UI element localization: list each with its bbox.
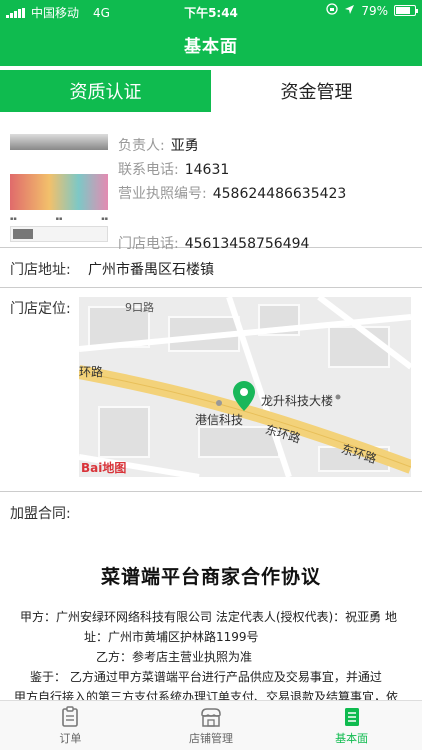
license-value: 458624486635423 [212, 186, 347, 202]
tabbar-item-store-management[interactable]: 店铺管理 [141, 701, 282, 750]
photo-thumbnail[interactable] [10, 134, 108, 150]
tab-funds-management[interactable]: 资金管理 [211, 70, 422, 112]
segment-tabs: 资质认证 资金管理 [0, 70, 422, 112]
store-info-section: ▪▪ ▪▪ ▪▪ 负责人: 亚勇 联系电话: 14631 营业执照编号: 45862448… [0, 126, 422, 252]
phone-label: 联系电话: [118, 162, 179, 178]
map-road-label: 9口路 [125, 301, 154, 314]
store-icon [201, 707, 221, 727]
photo-caption: ▪▪ ▪▪ ▪▪ [10, 216, 108, 222]
map-poi-label: 龙升科技大楼 [261, 394, 334, 408]
tabbar-label: 基本面 [335, 731, 369, 745]
photo-thumbnail[interactable] [10, 174, 108, 210]
license-photos[interactable]: ▪▪ ▪▪ ▪▪ [10, 134, 108, 244]
owner-label: 负责人: [118, 138, 165, 154]
top-bar: 中国移动 4G 下午5:44 79% 基本面 [0, 0, 422, 66]
contract-title: 菜谱端平台商家合作协议 [100, 566, 321, 588]
baidu-map-logo: Bai地图 [81, 461, 127, 475]
page-title: 基本面 [184, 37, 238, 57]
tabbar-label: 订单 [59, 731, 82, 745]
contract-text: 址：广州市黄埔区护林路1199号 [84, 630, 259, 644]
owner-value: 亚勇 [170, 138, 199, 154]
address-row: 门店地址: 广州市番禺区石楼镇 [0, 248, 422, 288]
status-bar: 中国移动 4G 下午5:44 79% [0, 0, 422, 22]
location-arrow-icon [344, 4, 355, 18]
contract-label: 加盟合同: [10, 506, 71, 522]
basic-icon [344, 707, 359, 726]
store-map[interactable]: 龙升科技大楼 港信科技 环路 东环路 东环路 9口路 Bai地图 [79, 297, 411, 477]
contract-text: 鉴于： 乙方通过甲方菜谱端平台进行产品供应及交易事宜，并通过 [30, 670, 382, 684]
phone-value: 14631 [184, 162, 230, 178]
tabbar-item-basic[interactable]: 基本面 [281, 701, 422, 750]
order-icon [62, 705, 79, 727]
contract-section: 加盟合同: 菜谱端平台商家合作协议 甲方：广州安绿环网络科技有限公司 法定代表人… [0, 492, 422, 700]
location-label: 门店定位: [10, 301, 71, 317]
map-pin-icon [233, 381, 255, 411]
address-value: 广州市番禺区石楼镇 [88, 262, 214, 278]
tabbar-label: 店铺管理 [189, 731, 233, 745]
contract-text: 甲方自行接入的第三方支付系统办理订单支付、交易退款及结算事宜，依 [14, 690, 399, 700]
map-road-label: 环路 [79, 365, 104, 379]
map-poi-label: 港信科技 [195, 413, 244, 427]
contract-text: 乙方：参考店主营业执照为准 [96, 650, 253, 664]
address-label: 门店地址: [10, 262, 71, 278]
photo-thumbnail[interactable] [10, 226, 108, 242]
battery-icon [394, 5, 418, 16]
tabbar-item-orders[interactable]: 订单 [0, 701, 141, 750]
tab-qualification[interactable]: 资质认证 [0, 70, 211, 112]
license-label: 营业执照编号: [118, 186, 207, 202]
bottom-tab-bar: 订单 店铺管理 基本面 [0, 700, 422, 750]
battery-percent: 79% [361, 3, 388, 18]
contract-text: 甲方：广州安绿环网络科技有限公司 法定代表人(授权代表)：祝亚勇 地 [20, 610, 397, 624]
lock-rotation-icon [326, 3, 338, 18]
location-row: 门店定位: 龙升科技大楼 港信科技 环路 东环路 东环路 9口路 Bai地图 [0, 288, 422, 492]
